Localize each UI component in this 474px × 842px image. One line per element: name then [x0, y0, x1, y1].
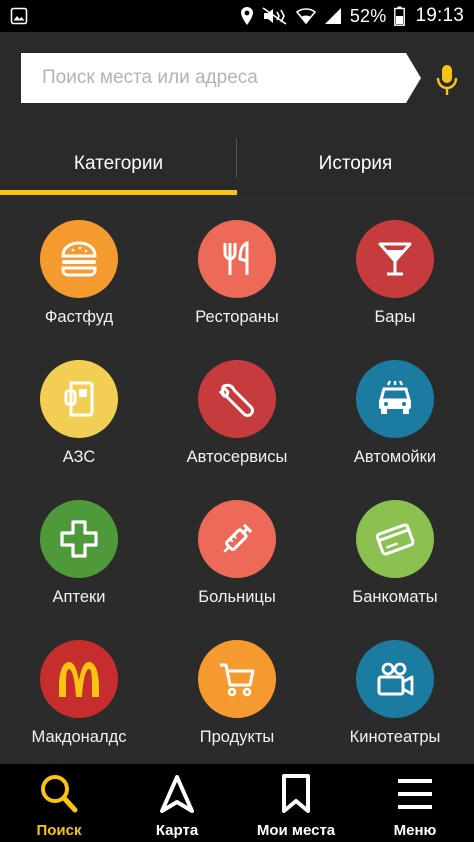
search-icon	[39, 772, 79, 816]
category-label: Аптеки	[52, 588, 106, 606]
fuel-pump-icon	[40, 360, 118, 438]
bookmark-icon	[279, 772, 313, 816]
battery-percent: 52%	[349, 5, 387, 26]
category-label: Автомойки	[353, 448, 437, 466]
category-fastfood[interactable]: Фастфуд	[0, 196, 158, 336]
menu-icon	[395, 772, 435, 816]
signal-icon	[324, 7, 342, 25]
category-cinemas[interactable]: Кинотеатры	[316, 616, 474, 756]
category-label: АЗС	[62, 448, 96, 466]
clock: 19:13	[415, 5, 464, 26]
search-input[interactable]	[21, 53, 401, 103]
card-icon	[356, 500, 434, 578]
nav-label: Поиск	[36, 822, 82, 839]
wifi-icon	[295, 7, 316, 25]
active-tab-indicator	[0, 190, 237, 195]
category-label: Автосервисы	[186, 448, 288, 466]
nav-label: Мои места	[256, 822, 336, 839]
category-label: Больницы	[198, 588, 276, 606]
tab-bar: Категории История	[0, 132, 474, 196]
bottom-navigation: Поиск Карта Мои места Меню	[0, 764, 474, 842]
category-label: Кинотеатры	[349, 728, 441, 746]
top-panel: Категории История	[0, 32, 474, 196]
fork-knife-icon	[198, 220, 276, 298]
nav-label: Меню	[393, 822, 437, 839]
category-restaurants[interactable]: Рестораны	[158, 196, 316, 336]
category-bars[interactable]: Бары	[316, 196, 474, 336]
mute-icon	[262, 7, 288, 25]
location-icon	[240, 6, 254, 26]
category-car-services[interactable]: Автосервисы	[158, 336, 316, 476]
nav-label: Карта	[155, 822, 199, 839]
nav-map[interactable]: Карта	[118, 764, 236, 842]
category-mcdonalds[interactable]: Макдоналдс	[0, 616, 158, 756]
nav-search[interactable]: Поиск	[0, 764, 118, 842]
microphone-icon[interactable]	[433, 63, 461, 97]
nav-my-places[interactable]: Мои места	[237, 764, 355, 842]
wrench-icon	[198, 360, 276, 438]
category-atms[interactable]: Банкоматы	[316, 476, 474, 616]
tab-categories[interactable]: Категории	[0, 132, 237, 196]
movie-camera-icon	[356, 640, 434, 718]
category-label: Продукты	[199, 728, 275, 746]
car-wash-icon	[356, 360, 434, 438]
tab-history[interactable]: История	[237, 132, 474, 196]
category-label: Рестораны	[195, 308, 279, 326]
shopping-cart-icon	[198, 640, 276, 718]
category-label: Банкоматы	[352, 588, 438, 606]
category-gas-stations[interactable]: АЗС	[0, 336, 158, 476]
status-bar: 52% 19:13	[0, 0, 474, 32]
category-label: Макдоналдс	[31, 728, 127, 746]
battery-icon	[394, 6, 406, 26]
mcdonalds-logo-icon	[40, 640, 118, 718]
category-label: Фастфуд	[44, 308, 114, 326]
category-groceries[interactable]: Продукты	[158, 616, 316, 756]
nav-menu[interactable]: Меню	[356, 764, 474, 842]
syringe-icon	[198, 500, 276, 578]
burger-icon	[40, 220, 118, 298]
category-car-wash[interactable]: Автомойки	[316, 336, 474, 476]
category-hospitals[interactable]: Больницы	[158, 476, 316, 616]
cocktail-glass-icon	[356, 220, 434, 298]
category-grid: Фастфуд Рестораны Бары АЗС Автосервисы А…	[0, 196, 474, 764]
search-box[interactable]	[21, 53, 421, 103]
category-pharmacies[interactable]: Аптеки	[0, 476, 158, 616]
category-label: Бары	[374, 308, 416, 326]
navigation-arrow-icon	[158, 772, 196, 816]
gallery-notification-icon	[10, 7, 28, 25]
medical-cross-icon	[40, 500, 118, 578]
